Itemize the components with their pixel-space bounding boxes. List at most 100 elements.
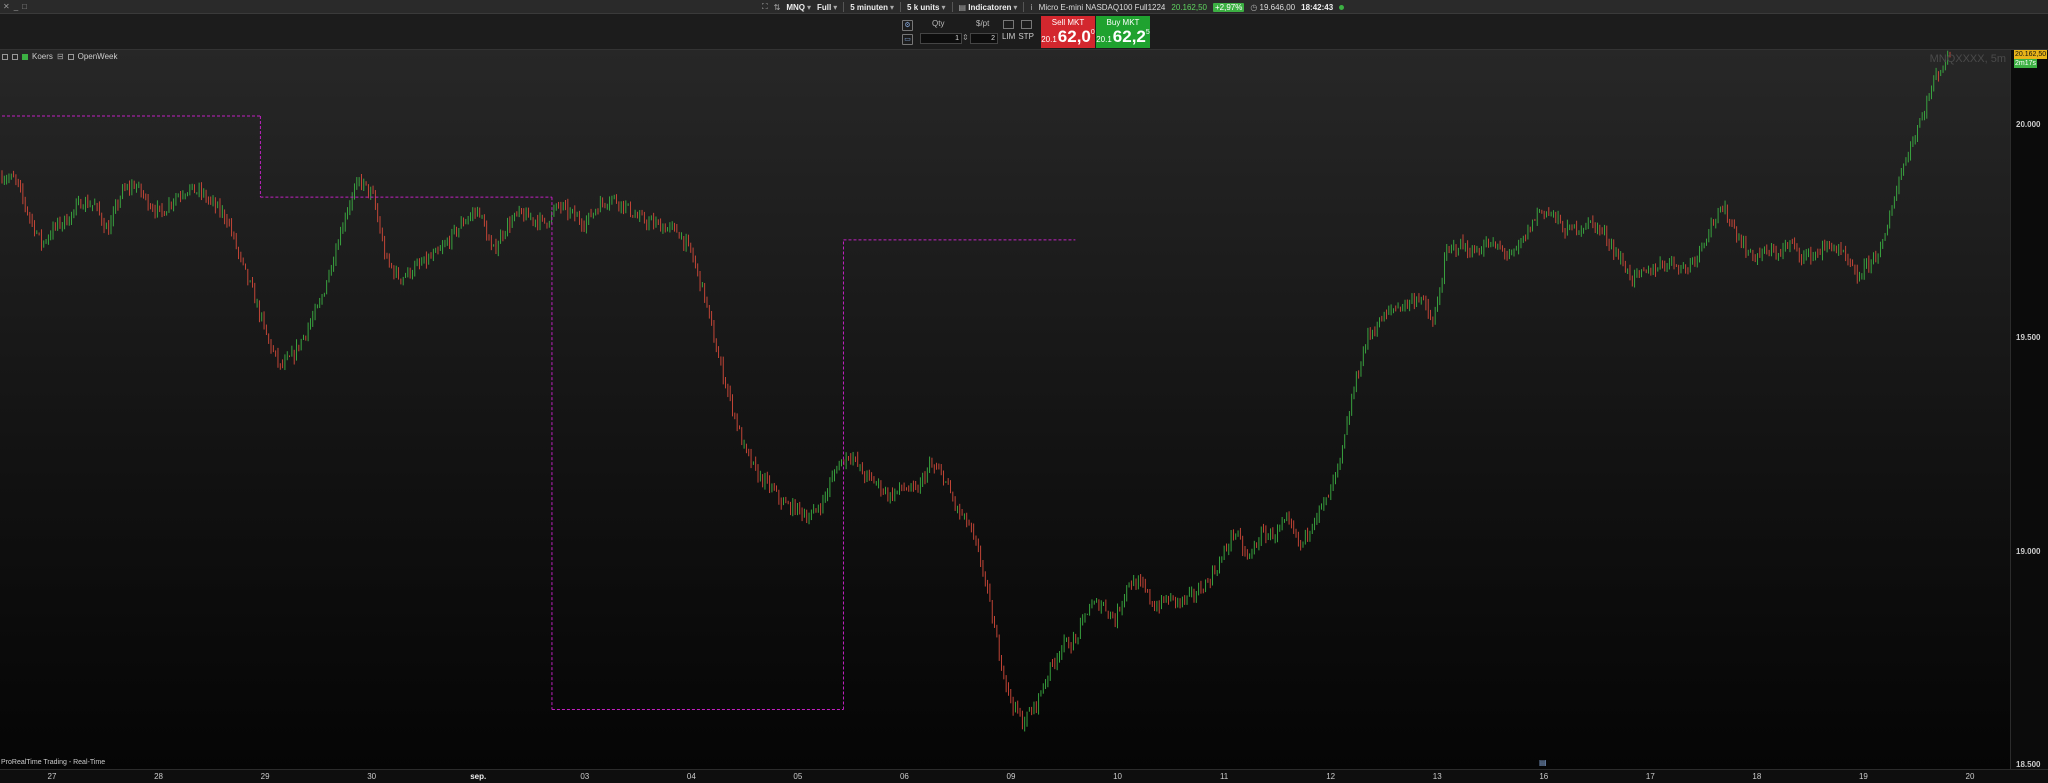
order-tools: ⚙ ▭ (902, 20, 914, 45)
price-series-icon (22, 53, 28, 60)
view-dropdown[interactable]: Full ▾ (817, 3, 837, 12)
toolbar-separator (843, 2, 845, 12)
time-tick-label: 17 (1645, 772, 1655, 781)
order-book-icon[interactable]: ▭ (902, 34, 913, 45)
data-source-note: ProRealTime Trading - Real-Time (1, 759, 106, 766)
scroll-right-icon[interactable]: ▤ (1539, 758, 1547, 767)
time-tick-label: 18 (1752, 772, 1762, 781)
stp-label: STP (1018, 32, 1034, 41)
buy-price-prefix: 20.1 (1096, 35, 1112, 44)
sell-price-prefix: 20.1 (1041, 35, 1057, 44)
legend-close-icon[interactable] (2, 53, 8, 60)
clock-icon: ◷ (1250, 2, 1260, 12)
last-price: 20.162,50 (1171, 2, 1207, 12)
toolbar-separator (951, 2, 953, 12)
sell-price-main: 62,0 (1057, 27, 1091, 46)
time-tick-label: 12 (1326, 772, 1336, 781)
buy-price-tick: 5 (1145, 29, 1150, 36)
sell-label: Sell MKT (1051, 18, 1085, 27)
time-tick-label: 05 (793, 772, 803, 781)
time-tick-label: 27 (47, 772, 57, 781)
bar-timer-tag: 2m17s (2014, 59, 2038, 69)
pt-input[interactable]: 2 (970, 33, 998, 44)
toolbar-separator (900, 2, 902, 12)
legend-separator-icon: ⊟ (56, 52, 64, 61)
time-tick-label: 09 (1006, 772, 1016, 781)
time-axis[interactable]: 27 28 29 30 sep. 03 04 05 06 09 10 11 12 13 16 17 18 19 20 (0, 769, 2048, 783)
info-icon[interactable]: ⅰ (1030, 3, 1032, 12)
window-controls: ✕ _ □ (3, 2, 27, 11)
time-tick-label: 30 (367, 772, 377, 781)
time-tick-label: 03 (580, 772, 590, 781)
title-bar: ✕ _ □ ⛶ ⇅ MNQ ▾ Full ▾ 5 minuten ▾ 5 k unit… (0, 0, 2048, 14)
chart-legend: Koers ⊟ OpenWeek (2, 52, 117, 61)
time-tick-label: 10 (1113, 772, 1122, 781)
openweek-series-icon (67, 53, 74, 60)
toolbar-separator (1023, 2, 1025, 12)
indicators-label: Indicatoren (968, 2, 1012, 12)
time-tick-label: 04 (686, 772, 696, 781)
price-tick-label: 18.500 (2016, 760, 2041, 769)
price-tick-label: 19.000 (2016, 546, 2041, 556)
prev-close: ◷ 19.646,00 (1250, 3, 1295, 12)
qty-input[interactable]: 1 (920, 33, 962, 44)
legend-price-label[interactable]: Koers (32, 52, 53, 61)
candlestick-plot[interactable] (0, 50, 2010, 769)
prev-close-value: 19.646,00 (1259, 2, 1296, 12)
indicator-icon: ▤ (958, 2, 969, 12)
time-tick-label: 28 (154, 772, 163, 781)
live-status-icon (1339, 4, 1345, 10)
qty-label: Qty (932, 19, 945, 28)
time-tick-label: 11 (1219, 772, 1229, 781)
price-tick-label: 20.000 (2016, 119, 2041, 129)
last-price-tag: 20.162,50 (2014, 50, 2048, 60)
price-chart[interactable]: Koers ⊟ OpenWeek MNQXXXX, 5m ProRealTime… (0, 50, 2010, 769)
lim-order-button[interactable]: LIM (1002, 20, 1015, 41)
sell-price-tick: 0 (1090, 29, 1095, 36)
order-panel: ⚙ ▭ Qty $/pt 1 ⇕ 2 LIM STP Sell MKT 20.1… (0, 14, 2048, 50)
buy-label: Buy MKT (1106, 18, 1140, 27)
time-tick-label: 19 (1858, 772, 1868, 781)
buy-price: 20.1 62,2 5 (1096, 27, 1150, 47)
units-dropdown[interactable]: 5 k units ▾ (907, 3, 945, 12)
minimize-window-icon[interactable]: _ (14, 2, 18, 11)
link-icon[interactable]: ⇅ (774, 3, 781, 12)
symbol-dropdown[interactable]: MNQ ▾ (786, 3, 811, 12)
timeframe-dropdown[interactable]: 5 minuten ▾ (850, 3, 894, 12)
maximize-window-icon[interactable]: □ (22, 2, 27, 11)
stp-icon (1020, 20, 1032, 29)
lim-label: LIM (1002, 32, 1016, 41)
legend-settings-icon[interactable] (12, 53, 18, 60)
sell-price: 20.1 62,0 0 (1041, 27, 1095, 47)
indicators-dropdown[interactable]: ▤ Indicatoren ▾ (959, 3, 1018, 12)
view-label: Full (817, 2, 832, 12)
legend-openweek-label[interactable]: OpenWeek (78, 52, 118, 61)
order-settings-icon[interactable]: ⚙ (902, 20, 913, 31)
server-clock: 18:42:43 (1301, 2, 1334, 12)
time-tick-label: 29 (260, 772, 270, 781)
instrument-name: Micro E-mini NASDAQ100 Full1224 (1038, 2, 1166, 12)
price-tick-label: 19.500 (2016, 333, 2041, 343)
time-tick-label: 16 (1539, 772, 1549, 781)
chart-toolbar: ⛶ ⇅ MNQ ▾ Full ▾ 5 minuten ▾ 5 k units ▾ ▤ I… (762, 1, 1345, 13)
units-label: 5 k units (907, 2, 940, 12)
order-type-buttons: LIM STP (1002, 20, 1034, 41)
time-tick-label: sep. (470, 772, 487, 781)
quantity-block: Qty $/pt 1 ⇕ 2 (918, 17, 1000, 47)
symbol-watermark: MNQXXXX, 5m (1929, 53, 2006, 65)
time-tick-label: 13 (1432, 772, 1442, 781)
time-tick-label: 20 (1965, 772, 1975, 781)
change-percent-badge: +2,97% (1212, 2, 1245, 12)
symbol-label: MNQ (786, 2, 805, 12)
pt-label: $/pt (976, 19, 990, 28)
sell-market-button[interactable]: Sell MKT 20.1 62,0 0 (1041, 16, 1095, 48)
buy-market-button[interactable]: Buy MKT 20.1 62,2 5 (1096, 16, 1150, 48)
chart-type-icon[interactable]: ⛶ (762, 2, 768, 12)
close-window-icon[interactable]: ✕ (3, 2, 10, 11)
price-axis[interactable]: 20.000 19.500 19.000 18.500 20.162,50 2m17s (2010, 50, 2048, 769)
buy-price-main: 62,2 (1112, 27, 1146, 46)
stp-order-button[interactable]: STP (1018, 20, 1034, 41)
timeframe-label: 5 minuten (850, 2, 889, 12)
qty-stepper-icon[interactable]: ⇕ (962, 33, 969, 42)
time-tick-label: 06 (899, 772, 909, 781)
